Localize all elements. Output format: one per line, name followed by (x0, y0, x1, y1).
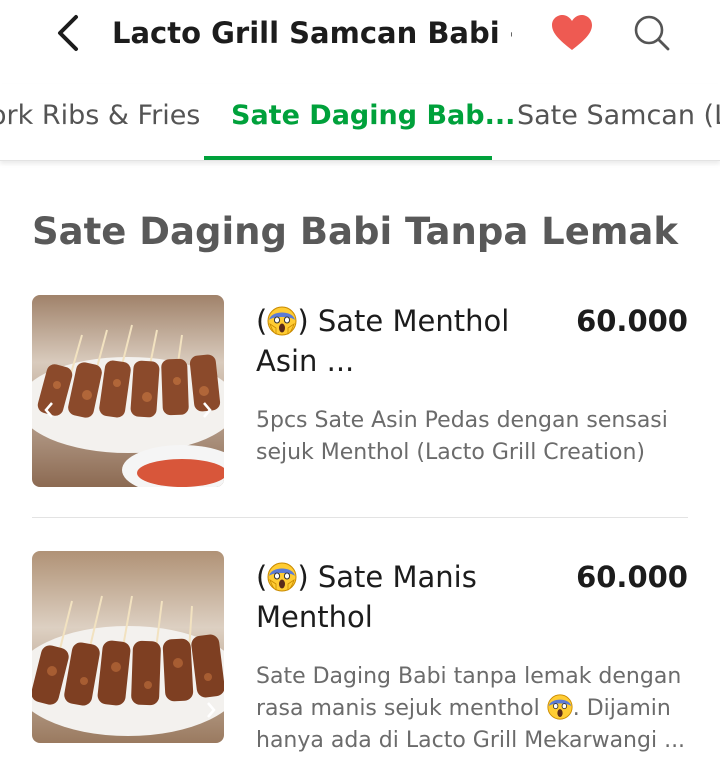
item-photo (32, 551, 224, 743)
chevron-left-icon (58, 15, 78, 51)
search-button[interactable] (630, 12, 674, 54)
tab-pork-ribs[interactable]: ork Ribs & Fries (0, 84, 200, 160)
item-name: ( ) Sate Manis Menthol (256, 560, 477, 634)
app-header: Lacto Grill Samcan Babi -... (0, 0, 720, 66)
favorite-button[interactable] (550, 12, 594, 54)
item-description: 5pcs Sate Asin Pedas dengan sensasi seju… (256, 408, 668, 465)
category-tabs: ork Ribs & Fries Sate Daging Bab... Sate… (0, 84, 720, 161)
restaurant-title: Lacto Grill Samcan Babi -... (112, 16, 512, 50)
back-button[interactable] (50, 12, 86, 54)
heart-icon (552, 15, 592, 50)
search-icon (634, 15, 670, 51)
item-price: 60.000 (576, 304, 688, 338)
screaming-face-icon (547, 694, 573, 720)
item-description: Sate Daging Babi tanpa lemak dengan rasa… (256, 664, 686, 753)
active-tab-indicator (204, 156, 492, 160)
menu-item[interactable]: ( ) Sate Manis Menthol 60.000 Sate Dagin… (32, 551, 688, 753)
screaming-face-icon (267, 306, 297, 336)
tab-sate-samcan[interactable]: Sate Samcan (La (517, 84, 720, 160)
menu-item[interactable]: ( ) Sate Menthol Asin ... 60.000 5pcs Sa… (32, 295, 688, 518)
item-name: ( ) Sate Menthol Asin ... (256, 304, 510, 378)
screaming-face-icon (267, 562, 297, 592)
section-title: Sate Daging Babi Tanpa Lemak (32, 210, 678, 253)
item-price: 60.000 (576, 560, 688, 594)
item-photo (32, 295, 224, 487)
tab-sate-daging-babi[interactable]: Sate Daging Bab... (231, 84, 515, 160)
